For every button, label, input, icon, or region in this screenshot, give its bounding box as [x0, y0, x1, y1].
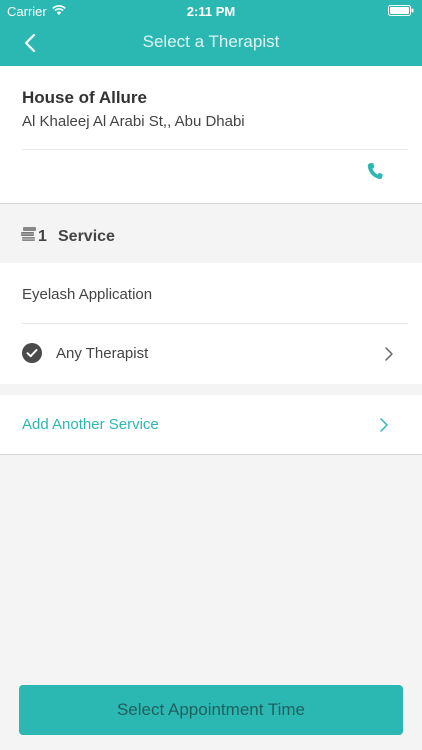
- stack-icon: [21, 227, 36, 241]
- services-section-header: 1 Service: [0, 205, 422, 262]
- salon-address: Al Khaleej Al Arabi St,, Abu Dhabi: [22, 113, 245, 130]
- service-section-label: Service: [58, 228, 115, 245]
- therapist-label: Any Therapist: [56, 345, 149, 362]
- salon-name: House of Allure: [22, 88, 147, 107]
- therapist-selector[interactable]: Any Therapist: [0, 324, 422, 384]
- service-count: 1: [38, 228, 47, 245]
- divider: [22, 149, 408, 150]
- service-name: Eyelash Application: [22, 286, 153, 303]
- chevron-right-icon: [385, 347, 393, 361]
- check-circle-icon: [22, 343, 42, 363]
- add-another-service-button[interactable]: Add Another Service: [0, 395, 422, 455]
- status-bar: Carrier 2:11 PM: [0, 0, 422, 22]
- select-appointment-time-button[interactable]: Select Appointment Time: [19, 685, 403, 735]
- phone-icon[interactable]: [367, 162, 383, 180]
- salon-card: House of Allure Al Khaleej Al Arabi St,,…: [0, 66, 422, 204]
- battery-icon: [388, 5, 414, 16]
- add-service-label: Add Another Service: [22, 416, 159, 433]
- page-title: Select a Therapist: [142, 32, 280, 51]
- nav-bar: Carrier 2:11 PM Select a Therapist: [0, 0, 422, 66]
- status-time: 2:11 PM: [186, 4, 236, 19]
- chevron-right-icon: [380, 418, 388, 432]
- service-card: Eyelash Application Any Therapist: [0, 263, 422, 384]
